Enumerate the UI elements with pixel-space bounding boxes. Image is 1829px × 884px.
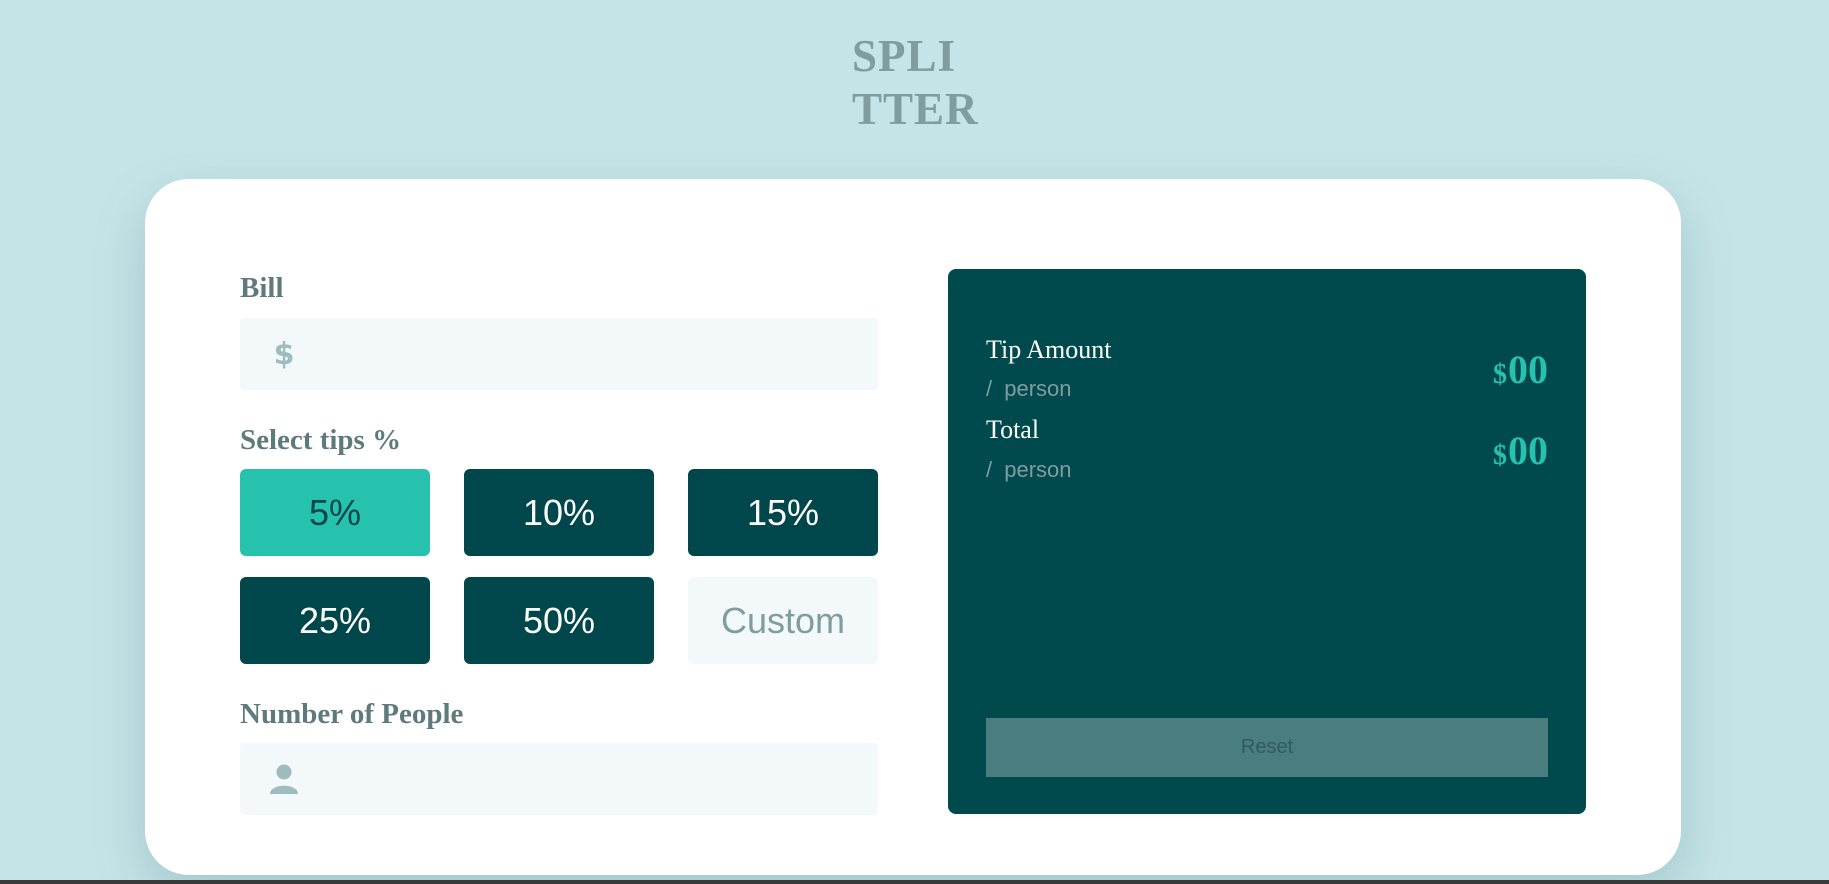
results-panel: Tip Amount / person $ 00 Total / person …: [948, 269, 1586, 814]
bill-label: Bill: [240, 272, 284, 304]
tip-amount-value: $ 00: [1493, 347, 1548, 398]
total-number: 00: [1508, 428, 1548, 473]
bottom-edge-bar: [0, 880, 1829, 884]
reset-button[interactable]: Reset: [986, 718, 1548, 777]
tip-15-button[interactable]: 15%: [688, 469, 878, 556]
tip-amount-number: 00: [1508, 347, 1548, 392]
person-icon: [268, 763, 300, 795]
tip-25-button[interactable]: 25%: [240, 577, 430, 664]
logo-line-2: TTER: [852, 84, 979, 134]
tip-currency: $: [1493, 359, 1507, 390]
custom-tip-input[interactable]: Custom: [688, 577, 878, 664]
people-label: Number of People: [240, 698, 464, 730]
people-input[interactable]: [240, 743, 878, 815]
tip-5-button[interactable]: 5%: [240, 469, 430, 556]
tip-amount-per-person: / person: [986, 376, 1072, 401]
calculator-card: Bill $ Select tips % 5% 10% 15% 25% 50% …: [145, 179, 1681, 875]
total-per-person: / person: [986, 457, 1072, 482]
tip-50-button[interactable]: 50%: [464, 577, 654, 664]
total-label: Total: [986, 415, 1040, 444]
bill-input[interactable]: $: [240, 318, 878, 390]
select-tips-label: Select tips %: [240, 424, 402, 456]
dollar-icon: $: [273, 336, 295, 372]
tip-amount-label: Tip Amount: [986, 335, 1112, 364]
total-currency: $: [1493, 440, 1507, 471]
total-value: $ 00: [1493, 428, 1548, 479]
tip-10-button[interactable]: 10%: [464, 469, 654, 556]
app-logo: SPLI TTER: [852, 30, 1052, 136]
logo-line-1: SPLI: [852, 31, 957, 81]
